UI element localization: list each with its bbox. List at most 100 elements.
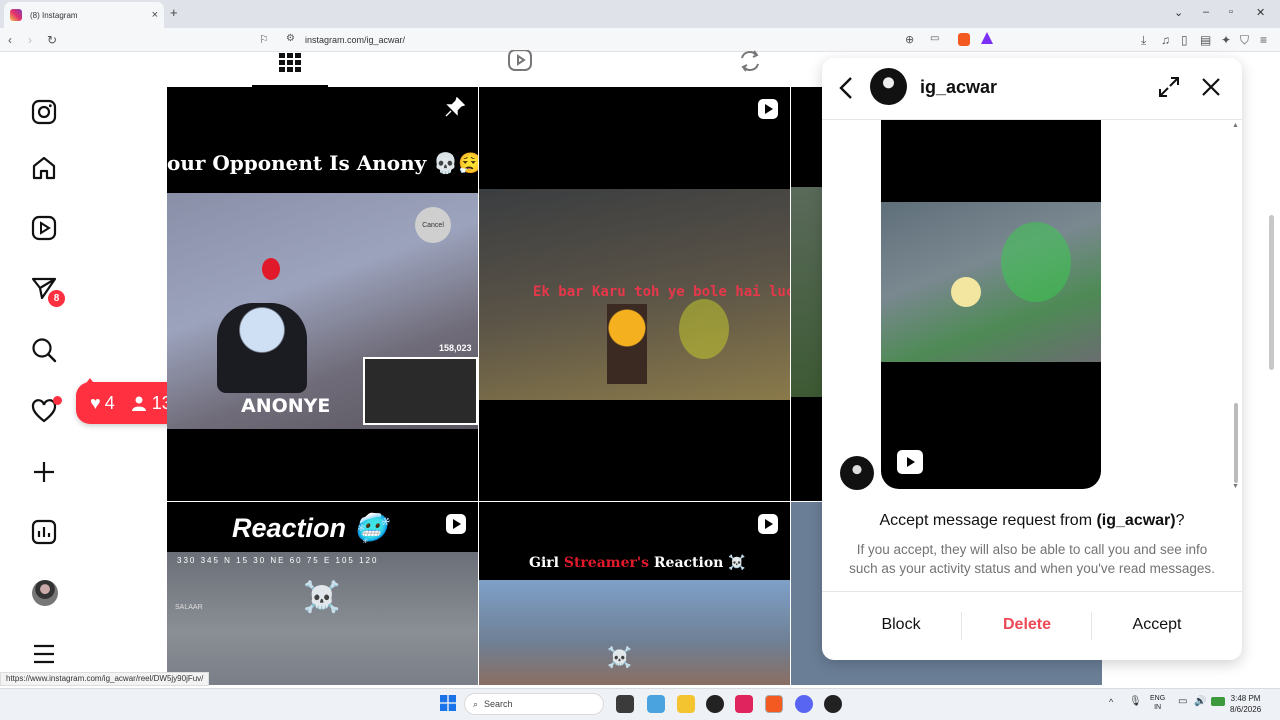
conversation-username[interactable]: ig_acwar [920, 77, 997, 98]
wallet-icon[interactable]: ▤ [1200, 33, 1211, 47]
battery-icon[interactable] [1211, 697, 1225, 706]
close-tab-icon[interactable]: × [152, 9, 158, 21]
language-indicator[interactable]: ENG IN [1150, 694, 1165, 712]
grid-post[interactable]: Ek bar Karu toh ye bole hai luck [479, 87, 790, 501]
menu-icon[interactable] [28, 638, 60, 670]
dashboard-icon[interactable] [28, 516, 60, 548]
grid-post[interactable]: our Opponent Is Anony 💀😮‍💨 Cancel 158,02… [167, 87, 478, 501]
media-icon[interactable]: ♫ [1161, 33, 1170, 47]
pin-icon [445, 97, 465, 117]
clock-date: 8/6/2026 [1230, 705, 1262, 714]
taskbar-clock[interactable]: 3:48 PM 8/6/2026 [1230, 693, 1261, 715]
profile-avatar[interactable] [32, 580, 58, 606]
caption-highlight: Streamer's [563, 555, 650, 571]
taskbar-search[interactable]: ⌕ Search [464, 693, 604, 715]
zoom-icon[interactable]: ⊕ [905, 33, 914, 46]
view-count: 158,023 [439, 343, 472, 353]
request-title-end: ? [1175, 512, 1185, 529]
new-tab-icon[interactable]: + [170, 5, 178, 20]
skull-emoji: ☠️ [303, 581, 341, 614]
tab-reels-icon[interactable] [507, 50, 533, 72]
back-icon[interactable]: ‹ [8, 33, 12, 47]
sidebar-icon[interactable]: ▯ [1181, 33, 1188, 47]
task-view-icon[interactable] [616, 695, 634, 713]
navigation-bar [0, 28, 1280, 52]
reel-icon [758, 514, 778, 534]
windows-start-icon[interactable] [440, 695, 456, 711]
tab-posts-grid-icon[interactable] [279, 53, 301, 73]
create-icon[interactable] [28, 456, 60, 488]
brave-shield-icon[interactable] [958, 33, 970, 46]
sender-avatar[interactable] [840, 456, 874, 490]
scroll-up-icon[interactable]: ▲ [1232, 122, 1239, 129]
follower-person-icon [131, 396, 146, 411]
minimize-icon[interactable]: – [1203, 6, 1209, 18]
block-button[interactable]: Block [836, 616, 966, 634]
instagram-icon[interactable] [28, 96, 60, 128]
messages-badge: 8 [46, 288, 67, 309]
tab-reposts-icon[interactable] [738, 50, 762, 72]
downloads-icon[interactable]: ⤓ [1141, 33, 1146, 48]
browser-menu-icon[interactable]: ≡ [1260, 33, 1267, 47]
request-description: If you accept, they will also be able to… [849, 542, 1215, 576]
leo-icon[interactable]: ✦ [1221, 33, 1231, 47]
tab-list-icon[interactable]: ⌄ [1174, 6, 1183, 19]
brave-rewards-icon[interactable] [981, 32, 993, 44]
cast-icon[interactable]: ▭ [930, 33, 939, 44]
close-icon[interactable] [1200, 76, 1222, 98]
grid-post[interactable]: Girl Streamer's Reaction ☠️ ☠️ [479, 502, 790, 685]
browser-tab[interactable]: (8) Instagram × [4, 2, 164, 28]
conversation-avatar[interactable] [870, 68, 907, 105]
search-icon: ⌕ [473, 698, 479, 709]
taskbar-search-label: Search [484, 699, 513, 709]
expand-icon[interactable] [1158, 76, 1180, 98]
scroll-down-icon[interactable]: ▼ [1232, 483, 1239, 490]
close-window-icon[interactable]: ✕ [1256, 6, 1265, 19]
team-logo-text: ANONYE [241, 395, 331, 417]
reel-preview [881, 202, 1101, 362]
forward-icon[interactable]: › [28, 33, 32, 47]
compass-strip: 330 345 N 15 30 NE 60 75 E 105 120 [177, 556, 379, 565]
caption-part: Reaction ☠️ [649, 555, 746, 571]
divider [822, 591, 1242, 592]
post-caption: Reaction 🥶 [232, 513, 388, 543]
brave-browser-icon[interactable] [765, 695, 783, 713]
likes-count: 4 [104, 392, 115, 413]
network-icon[interactable]: ▭ [1178, 696, 1187, 707]
obs-app-icon[interactable] [706, 695, 724, 713]
instagram-favicon-icon [10, 9, 22, 21]
cancel-button-overlay: Cancel [415, 207, 451, 243]
shared-reel-message[interactable] [881, 120, 1101, 489]
gameplay-thumbnail: ☠️ [479, 580, 790, 685]
app-icon[interactable] [735, 695, 753, 713]
search-icon[interactable] [28, 334, 60, 366]
discord-icon[interactable] [795, 695, 813, 713]
app-icon[interactable] [824, 695, 842, 713]
microphone-icon[interactable]: 🎙 [1129, 696, 1142, 707]
back-arrow-icon[interactable] [838, 76, 854, 100]
file-explorer-icon[interactable] [677, 695, 695, 713]
tray-overflow-icon[interactable]: ^ [1109, 697, 1113, 707]
volume-icon[interactable]: 🔊 [1194, 696, 1206, 707]
page-scrollbar[interactable] [1269, 215, 1274, 370]
maximize-icon[interactable]: ▫ [1229, 6, 1233, 18]
reel-icon [446, 514, 466, 534]
bookmark-icon[interactable]: ⚐ [259, 33, 269, 46]
site-info-icon[interactable]: ⚙ [286, 33, 295, 44]
grid-post[interactable]: Reaction 🥶 330 345 N 15 30 NE 60 75 E 10… [167, 502, 478, 685]
tab-strip [0, 0, 1280, 28]
address-bar[interactable]: instagram.com/ig_acwar/ [305, 35, 405, 45]
gameplay-thumbnail: 330 345 N 15 30 NE 60 75 E 105 120 ☠️ SA… [167, 552, 478, 685]
home-icon[interactable] [28, 152, 60, 184]
message-scrollbar[interactable] [1234, 403, 1238, 483]
streamer-webcam [363, 357, 478, 425]
delete-button[interactable]: Delete [962, 616, 1092, 634]
reload-icon[interactable]: ↻ [47, 33, 57, 47]
reels-icon[interactable] [28, 212, 60, 244]
grid-post[interactable] [791, 87, 822, 501]
request-title: Accept message request from (ig_acwar)? [822, 512, 1242, 530]
streamer-tag: SALAAR [175, 604, 203, 611]
vpn-icon[interactable]: ⛉ [1240, 33, 1249, 48]
widgets-app-icon[interactable] [647, 695, 665, 713]
accept-button[interactable]: Accept [1092, 616, 1222, 634]
